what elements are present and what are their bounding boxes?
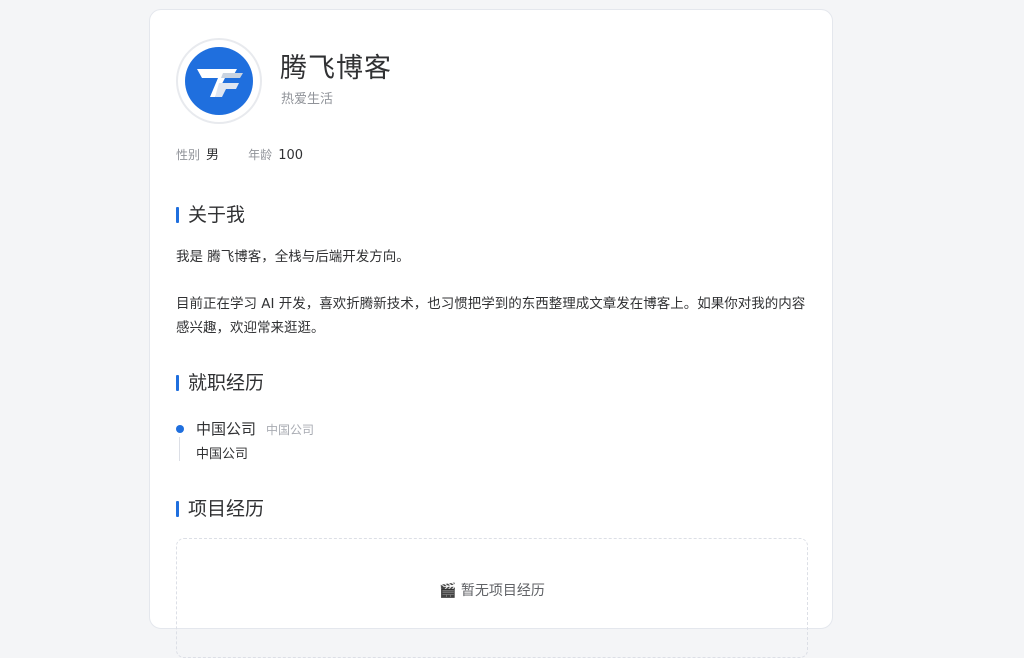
avatar-image (185, 47, 253, 115)
profile-name: 腾飞博客 (280, 53, 392, 84)
avatar[interactable] (176, 38, 262, 124)
gender-label: 性别 (176, 148, 201, 162)
timeline-dot (176, 425, 184, 433)
gender-value: 男 (206, 148, 220, 163)
projects-empty-text: 🎬 暂无项目经历 (439, 583, 545, 599)
career-timeline-item: 中国公司 中国公司 中国公司 (176, 415, 808, 465)
tf-logo-icon (197, 69, 243, 97)
career-title: 就职经历 (176, 371, 264, 395)
gender-info: 性别男 (176, 146, 219, 165)
projects-title: 项目经历 (176, 497, 264, 521)
about-line-2: 目前正在学习 AI 开发，喜欢折腾新技术，也习惯把学到的东西整理成文章发在博客上… (176, 296, 806, 336)
about-title: 关于我 (176, 203, 245, 227)
projects-empty-box: 🎬 暂无项目经历 (176, 538, 808, 658)
career-company: 中国公司 (196, 420, 257, 438)
basic-info-row: 性别男 年龄 100 (176, 146, 328, 165)
profile-header: 腾飞博客 热爱生活 (176, 10, 806, 130)
age-value: 100 (278, 148, 304, 163)
career-subtitle: 中国公司 (266, 423, 315, 437)
about-line-1: 我是 腾飞博客，全栈与后端开发方向。 (176, 249, 410, 265)
timeline-line (179, 437, 180, 461)
profile-motto: 热爱生活 (281, 92, 334, 107)
age-label: 年龄 (248, 148, 273, 162)
profile-card: 腾飞博客 热爱生活 性别男 年龄 100 关于我 我是 腾飞博客，全栈与后端开发方… (149, 9, 833, 658)
age-info: 年龄 100 (248, 146, 303, 165)
career-description: 中国公司 (196, 447, 249, 462)
